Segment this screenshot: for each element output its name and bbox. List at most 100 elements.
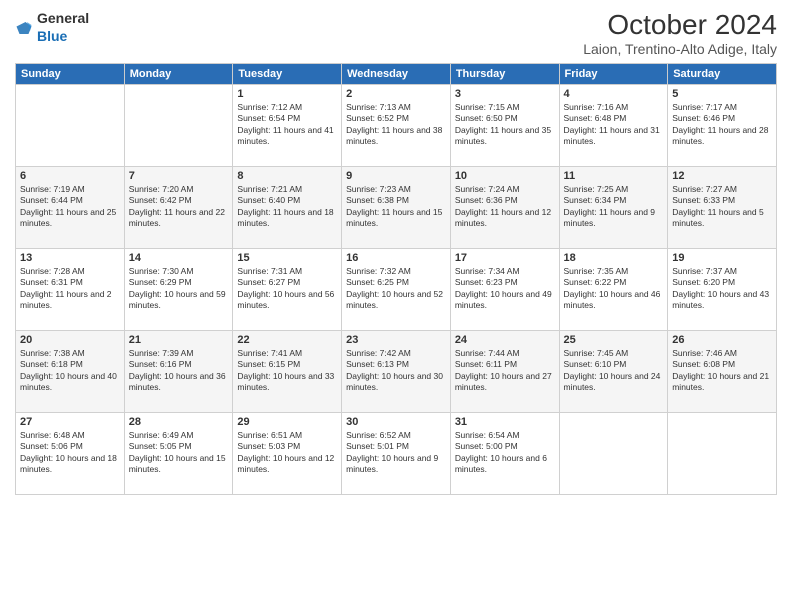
location: Laion, Trentino-Alto Adige, Italy [583, 41, 777, 57]
page: General Blue October 2024 Laion, Trentin… [0, 0, 792, 612]
sunrise-label: Sunrise: 7:21 AM [237, 184, 302, 194]
sunrise-label: Sunrise: 7:31 AM [237, 266, 302, 276]
sunset-label: Sunset: 6:16 PM [129, 359, 192, 369]
calendar-day-cell [668, 412, 777, 494]
day-info: Sunrise: 7:15 AM Sunset: 6:50 PM Dayligh… [455, 102, 555, 148]
sunset-label: Sunset: 5:05 PM [129, 441, 192, 451]
logo-general: General [37, 10, 89, 26]
day-info: Sunrise: 7:28 AM Sunset: 6:31 PM Dayligh… [20, 266, 120, 312]
day-number: 26 [672, 334, 772, 346]
calendar-day-cell [16, 84, 125, 166]
day-info: Sunrise: 7:41 AM Sunset: 6:15 PM Dayligh… [237, 348, 337, 394]
day-info: Sunrise: 7:16 AM Sunset: 6:48 PM Dayligh… [564, 102, 664, 148]
day-number: 7 [129, 170, 229, 182]
sunset-label: Sunset: 6:31 PM [20, 277, 83, 287]
daylight-label: Daylight: 11 hours and 12 minutes. [455, 207, 551, 228]
sunrise-label: Sunrise: 7:12 AM [237, 102, 302, 112]
day-number: 5 [672, 88, 772, 100]
calendar-week-row: 13 Sunrise: 7:28 AM Sunset: 6:31 PM Dayl… [16, 248, 777, 330]
daylight-label: Daylight: 10 hours and 56 minutes. [237, 289, 334, 310]
day-number: 8 [237, 170, 337, 182]
day-info: Sunrise: 7:39 AM Sunset: 6:16 PM Dayligh… [129, 348, 229, 394]
day-info: Sunrise: 7:17 AM Sunset: 6:46 PM Dayligh… [672, 102, 772, 148]
day-info: Sunrise: 6:48 AM Sunset: 5:06 PM Dayligh… [20, 430, 120, 476]
day-info: Sunrise: 7:24 AM Sunset: 6:36 PM Dayligh… [455, 184, 555, 230]
sunset-label: Sunset: 6:38 PM [346, 195, 409, 205]
daylight-label: Daylight: 11 hours and 22 minutes. [129, 207, 225, 228]
calendar-day-cell: 2 Sunrise: 7:13 AM Sunset: 6:52 PM Dayli… [342, 84, 451, 166]
month-title: October 2024 [583, 10, 777, 41]
sunrise-label: Sunrise: 7:30 AM [129, 266, 194, 276]
logo: General Blue [15, 10, 89, 46]
calendar-day-cell: 15 Sunrise: 7:31 AM Sunset: 6:27 PM Dayl… [233, 248, 342, 330]
daylight-label: Daylight: 10 hours and 30 minutes. [346, 371, 443, 392]
day-number: 9 [346, 170, 446, 182]
calendar-day-cell: 5 Sunrise: 7:17 AM Sunset: 6:46 PM Dayli… [668, 84, 777, 166]
calendar-day-cell: 19 Sunrise: 7:37 AM Sunset: 6:20 PM Dayl… [668, 248, 777, 330]
weekday-header: Monday [124, 63, 233, 84]
day-number: 17 [455, 252, 555, 264]
calendar-week-row: 27 Sunrise: 6:48 AM Sunset: 5:06 PM Dayl… [16, 412, 777, 494]
sunrise-label: Sunrise: 7:28 AM [20, 266, 85, 276]
calendar-day-cell: 24 Sunrise: 7:44 AM Sunset: 6:11 PM Dayl… [450, 330, 559, 412]
day-number: 31 [455, 416, 555, 428]
day-number: 1 [237, 88, 337, 100]
sunset-label: Sunset: 6:23 PM [455, 277, 518, 287]
daylight-label: Daylight: 10 hours and 36 minutes. [129, 371, 226, 392]
day-number: 14 [129, 252, 229, 264]
daylight-label: Daylight: 10 hours and 27 minutes. [455, 371, 552, 392]
calendar-day-cell: 31 Sunrise: 6:54 AM Sunset: 5:00 PM Dayl… [450, 412, 559, 494]
sunrise-label: Sunrise: 7:45 AM [564, 348, 629, 358]
sunrise-label: Sunrise: 7:27 AM [672, 184, 737, 194]
calendar-day-cell: 23 Sunrise: 7:42 AM Sunset: 6:13 PM Dayl… [342, 330, 451, 412]
calendar-header-row: SundayMondayTuesdayWednesdayThursdayFrid… [16, 63, 777, 84]
sunrise-label: Sunrise: 7:32 AM [346, 266, 411, 276]
daylight-label: Daylight: 10 hours and 59 minutes. [129, 289, 226, 310]
sunrise-label: Sunrise: 7:34 AM [455, 266, 520, 276]
calendar-day-cell: 21 Sunrise: 7:39 AM Sunset: 6:16 PM Dayl… [124, 330, 233, 412]
sunset-label: Sunset: 6:46 PM [672, 113, 735, 123]
day-info: Sunrise: 7:30 AM Sunset: 6:29 PM Dayligh… [129, 266, 229, 312]
calendar-day-cell: 16 Sunrise: 7:32 AM Sunset: 6:25 PM Dayl… [342, 248, 451, 330]
daylight-label: Daylight: 10 hours and 49 minutes. [455, 289, 552, 310]
day-info: Sunrise: 7:31 AM Sunset: 6:27 PM Dayligh… [237, 266, 337, 312]
daylight-label: Daylight: 11 hours and 18 minutes. [237, 207, 333, 228]
daylight-label: Daylight: 11 hours and 31 minutes. [564, 125, 660, 146]
sunset-label: Sunset: 6:15 PM [237, 359, 300, 369]
sunset-label: Sunset: 6:27 PM [237, 277, 300, 287]
calendar-day-cell: 18 Sunrise: 7:35 AM Sunset: 6:22 PM Dayl… [559, 248, 668, 330]
daylight-label: Daylight: 11 hours and 35 minutes. [455, 125, 551, 146]
day-info: Sunrise: 7:32 AM Sunset: 6:25 PM Dayligh… [346, 266, 446, 312]
weekday-header: Thursday [450, 63, 559, 84]
day-number: 19 [672, 252, 772, 264]
day-info: Sunrise: 7:25 AM Sunset: 6:34 PM Dayligh… [564, 184, 664, 230]
calendar-day-cell: 3 Sunrise: 7:15 AM Sunset: 6:50 PM Dayli… [450, 84, 559, 166]
day-info: Sunrise: 6:52 AM Sunset: 5:01 PM Dayligh… [346, 430, 446, 476]
day-info: Sunrise: 7:27 AM Sunset: 6:33 PM Dayligh… [672, 184, 772, 230]
daylight-label: Daylight: 10 hours and 43 minutes. [672, 289, 769, 310]
day-number: 29 [237, 416, 337, 428]
daylight-label: Daylight: 11 hours and 5 minutes. [672, 207, 764, 228]
daylight-label: Daylight: 10 hours and 52 minutes. [346, 289, 443, 310]
calendar-day-cell: 8 Sunrise: 7:21 AM Sunset: 6:40 PM Dayli… [233, 166, 342, 248]
weekday-header: Saturday [668, 63, 777, 84]
day-number: 16 [346, 252, 446, 264]
day-info: Sunrise: 7:23 AM Sunset: 6:38 PM Dayligh… [346, 184, 446, 230]
sunset-label: Sunset: 5:03 PM [237, 441, 300, 451]
day-number: 27 [20, 416, 120, 428]
daylight-label: Daylight: 11 hours and 25 minutes. [20, 207, 116, 228]
sunset-label: Sunset: 6:48 PM [564, 113, 627, 123]
sunrise-label: Sunrise: 7:17 AM [672, 102, 737, 112]
calendar-week-row: 20 Sunrise: 7:38 AM Sunset: 6:18 PM Dayl… [16, 330, 777, 412]
sunset-label: Sunset: 6:52 PM [346, 113, 409, 123]
day-info: Sunrise: 7:46 AM Sunset: 6:08 PM Dayligh… [672, 348, 772, 394]
day-info: Sunrise: 7:37 AM Sunset: 6:20 PM Dayligh… [672, 266, 772, 312]
day-number: 23 [346, 334, 446, 346]
sunset-label: Sunset: 6:08 PM [672, 359, 735, 369]
calendar-day-cell: 17 Sunrise: 7:34 AM Sunset: 6:23 PM Dayl… [450, 248, 559, 330]
calendar-table: SundayMondayTuesdayWednesdayThursdayFrid… [15, 63, 777, 495]
day-number: 28 [129, 416, 229, 428]
sunset-label: Sunset: 6:29 PM [129, 277, 192, 287]
sunset-label: Sunset: 6:42 PM [129, 195, 192, 205]
daylight-label: Daylight: 11 hours and 41 minutes. [237, 125, 333, 146]
